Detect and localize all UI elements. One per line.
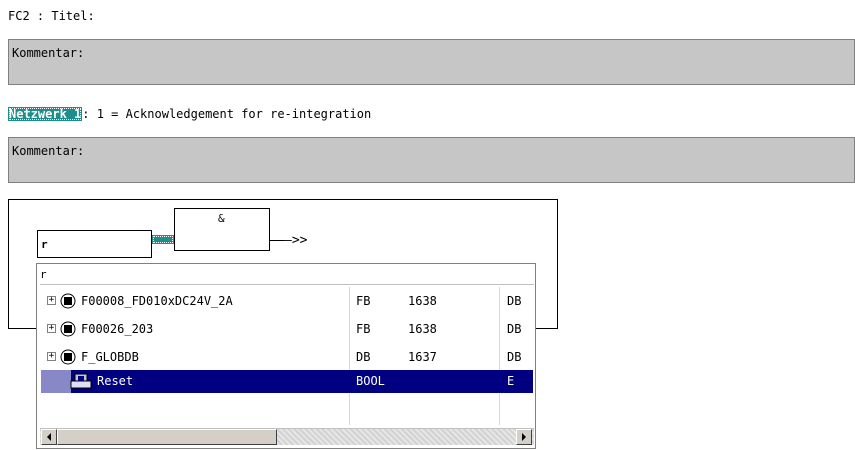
- block-number: 1637: [408, 350, 437, 364]
- output-line: [270, 240, 284, 241]
- arrow-right-icon: [522, 433, 526, 441]
- block-kind: DB: [507, 294, 522, 308]
- expand-icon[interactable]: +: [47, 352, 56, 361]
- network-comment-label: Kommentar:: [12, 144, 85, 158]
- and-gate-symbol: &: [218, 212, 225, 225]
- horizontal-scrollbar[interactable]: [40, 428, 534, 445]
- selection-margin: [41, 370, 71, 393]
- block-comment-field[interactable]: Kommentar:: [8, 39, 855, 85]
- output-arrow-icon: —>>: [284, 233, 308, 248]
- network-badge[interactable]: Netzwerk 1: [8, 107, 83, 121]
- block-number: 1638: [408, 322, 437, 336]
- list-item-selected[interactable]: Reset BOOL E: [41, 370, 533, 393]
- block-name: F_GLOBDB: [81, 350, 139, 364]
- symbol-name: Reset: [97, 374, 134, 388]
- block-kind: DB: [507, 350, 522, 364]
- block-kind: DB: [507, 322, 522, 336]
- expand-icon[interactable]: +: [47, 324, 56, 333]
- popup-separator: [40, 284, 534, 285]
- block-type: FB: [356, 322, 371, 336]
- input-connector[interactable]: [152, 235, 174, 244]
- network-title[interactable]: : 1 = Acknowledgement for re-integration: [82, 107, 371, 121]
- block-name: F00008_FD010xDC24V_2A: [81, 294, 233, 308]
- block-title: FC2 : Titel:: [8, 9, 95, 23]
- block-icon: [60, 293, 76, 309]
- operand-input-value: r: [41, 238, 48, 251]
- network-title-line: Netzwerk 1: 1 = Acknowledgement for re-i…: [8, 107, 371, 121]
- list-item[interactable]: + F00008_FD010xDC24V_2A FB 1638 DB: [41, 290, 533, 313]
- block-name: F00026_203: [81, 322, 154, 336]
- network-comment-field[interactable]: Kommentar:: [8, 137, 855, 183]
- arrow-left-icon: [47, 433, 51, 441]
- list-item[interactable]: + F00026_203 FB 1638 DB: [41, 318, 533, 341]
- scroll-right-button[interactable]: [516, 429, 532, 445]
- expand-icon[interactable]: +: [47, 296, 56, 305]
- block-icon: [60, 321, 76, 337]
- block-icon: [60, 349, 76, 365]
- popup-filter-text: r: [40, 268, 47, 281]
- list-item[interactable]: + F_GLOBDB DB 1637 DB: [41, 346, 533, 369]
- scroll-left-button[interactable]: [41, 429, 57, 445]
- scrollbar-thumb[interactable]: [57, 429, 277, 445]
- symbol-icon: [70, 373, 92, 389]
- block-type: DB: [356, 350, 371, 364]
- symbol-kind: E: [507, 374, 515, 388]
- symbol-type: BOOL: [356, 374, 385, 388]
- block-number: 1638: [408, 294, 437, 308]
- operand-input[interactable]: r: [37, 230, 152, 258]
- block-type: FB: [356, 294, 371, 308]
- block-comment-label: Kommentar:: [12, 46, 85, 60]
- and-gate[interactable]: &: [174, 208, 270, 251]
